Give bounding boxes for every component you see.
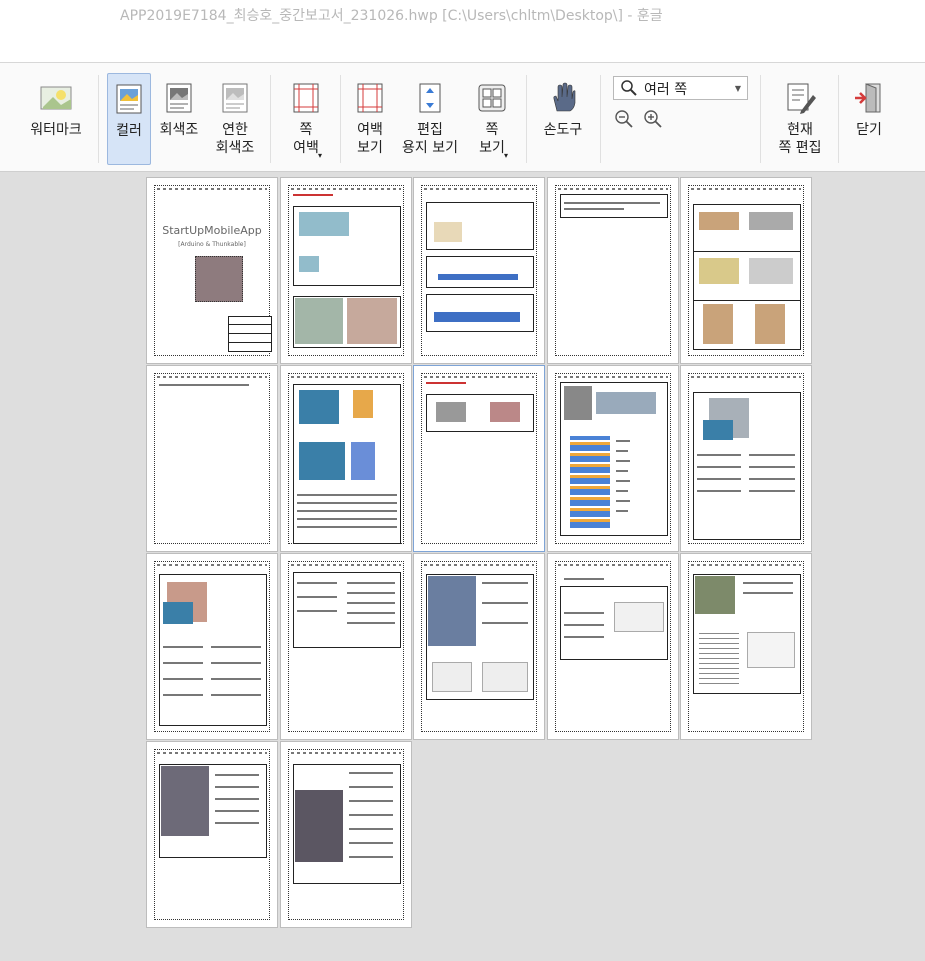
page-thumbnail[interactable]: [413, 365, 545, 552]
chevron-down-icon: ▼: [734, 84, 741, 93]
zoom-select[interactable]: 여러 쪽 ▼: [613, 76, 748, 100]
window-title: APP2019E7184_최승호_중간보고서_231026.hwp [C:\Us…: [120, 8, 663, 24]
cover-title: StartUpMobileApp: [162, 224, 262, 237]
edit-paper-icon: [413, 81, 447, 115]
page-thumbnail[interactable]: StartUpMobileApp [Arduino & Thunkable]: [146, 177, 278, 364]
watermark-icon: [39, 81, 73, 115]
watermark-label: 워터마크: [30, 122, 82, 138]
dropdown-arrow-icon: ▾: [318, 151, 323, 160]
grayscale-icon: [162, 81, 196, 115]
page-margin-label: 쪽 여백: [293, 122, 319, 156]
page-thumbnail[interactable]: [547, 553, 679, 740]
close-preview-button[interactable]: 닫기: [846, 73, 892, 165]
page-thumbnail[interactable]: [280, 365, 412, 552]
hand-tool-label: 손도구: [543, 122, 583, 138]
page-thumbnail[interactable]: [680, 365, 812, 552]
zoom-in-icon[interactable]: [643, 109, 663, 129]
page-view-label: 쪽 보기: [479, 122, 505, 156]
margin-view-label: 여백 보기: [357, 122, 383, 156]
light-grayscale-label: 연한 회색조: [215, 122, 255, 156]
color-button[interactable]: 컬러: [107, 73, 151, 165]
zoom-out-icon[interactable]: [614, 109, 634, 129]
page-thumbnail[interactable]: [146, 741, 278, 928]
page-preview-area[interactable]: StartUpMobileApp [Arduino & Thunkable]: [0, 173, 925, 961]
page-thumbnail[interactable]: [280, 741, 412, 928]
page-thumbnail[interactable]: [146, 365, 278, 552]
page-thumbnail[interactable]: [547, 177, 679, 364]
page-view-button[interactable]: 쪽 보기 ▾: [468, 73, 516, 165]
print-preview-ribbon: 워터마크 컬러 회색조 연한 회색조 쪽 여백 ▾ 여백 보기 편집 용지 보기…: [0, 62, 925, 172]
page-thumbnail[interactable]: [413, 553, 545, 740]
hand-icon: [546, 81, 580, 115]
grayscale-label: 회색조: [159, 122, 199, 138]
page-thumbnail[interactable]: [146, 553, 278, 740]
page-thumbnail[interactable]: [280, 553, 412, 740]
current-page-edit-button[interactable]: 현재 쪽 편집: [770, 73, 830, 165]
color-label: 컬러: [116, 123, 142, 139]
light-grayscale-icon: [218, 81, 252, 115]
close-label: 닫기: [856, 122, 882, 138]
page-thumbnail[interactable]: [680, 553, 812, 740]
page-margin-icon: [289, 81, 323, 115]
page-view-icon: [475, 81, 509, 115]
page-thumbnail[interactable]: [280, 177, 412, 364]
page-thumbnail[interactable]: [547, 365, 679, 552]
edit-page-icon: [783, 81, 817, 115]
edit-paper-view-label: 편집 용지 보기: [402, 122, 458, 156]
hand-tool-button[interactable]: 손도구: [536, 73, 590, 165]
color-icon: [112, 82, 146, 116]
page-thumbnail[interactable]: [680, 177, 812, 364]
page-margin-button[interactable]: 쪽 여백 ▾: [282, 73, 330, 165]
page-thumbnail[interactable]: [413, 177, 545, 364]
edit-paper-view-button[interactable]: 편집 용지 보기: [396, 73, 464, 165]
zoom-select-value: 여러 쪽: [644, 82, 688, 98]
margin-view-icon: [353, 81, 387, 115]
margin-view-button[interactable]: 여백 보기: [348, 73, 392, 165]
grayscale-button[interactable]: 회색조: [155, 73, 203, 165]
search-icon: [620, 79, 640, 99]
exit-icon: [852, 81, 886, 115]
current-page-edit-label: 현재 쪽 편집: [778, 122, 822, 156]
title-bar: APP2019E7184_최승호_중간보고서_231026.hwp [C:\Us…: [0, 0, 925, 62]
cover-subtitle: [Arduino & Thunkable]: [178, 241, 246, 248]
watermark-button[interactable]: 워터마크: [20, 73, 92, 165]
light-grayscale-button[interactable]: 연한 회색조: [210, 73, 260, 165]
dropdown-arrow-icon: ▾: [504, 151, 509, 160]
